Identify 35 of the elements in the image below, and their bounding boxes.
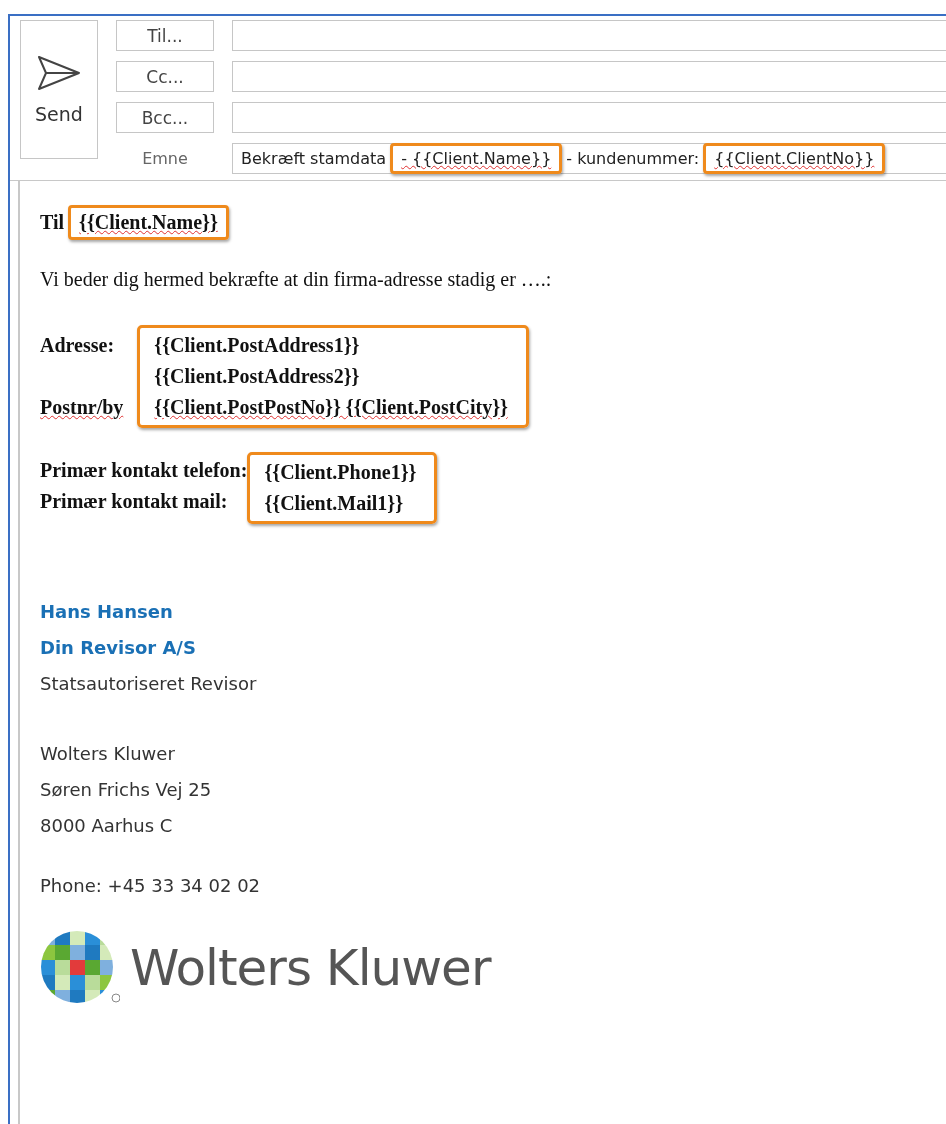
field-label: Primær kontakt mail: <box>40 489 229 514</box>
signature-company: Din Revisor A/S <box>40 636 197 660</box>
recipient-field[interactable] <box>232 61 946 92</box>
phone-text: Phone: +45 33 34 02 02 <box>40 874 262 898</box>
greeting-text: Til <box>40 211 65 234</box>
signature-title: Statsautoriseret Revisor <box>40 672 258 696</box>
placeholder-text: {{Client.Phone1}} <box>264 460 417 485</box>
recipient-button[interactable]: Bcc... <box>116 102 214 133</box>
logo-mark-icon <box>40 930 120 1005</box>
recipient-field[interactable] <box>232 102 946 133</box>
address-line: Søren Frichs Vej 25 <box>40 778 213 802</box>
placeholder-text: {{Client.PostAddress2}} <box>154 364 361 389</box>
field-label: Postnr/by <box>40 395 124 421</box>
field-label: Primær kontakt telefon: <box>40 458 248 483</box>
placeholder-text: {{Client.PostPostNo}} {{Client.PostCity}} <box>154 395 508 421</box>
recipient-button[interactable]: Til... <box>116 20 214 51</box>
placeholder-text: {{Client.PostAddress1}} <box>154 333 361 358</box>
subject-text: Bekræft stamdata <box>241 149 387 168</box>
send-button[interactable]: Send <box>20 20 98 159</box>
recipient-button[interactable]: Cc... <box>116 61 214 92</box>
address-line: 8000 Aarhus C <box>40 814 174 838</box>
subject-label: Emne <box>141 149 189 168</box>
logo-text: Wolters Kluwer <box>130 938 491 997</box>
highlight-box: {{Client.Name}} <box>68 205 229 240</box>
field-label: Adresse: <box>40 333 116 358</box>
signature-name: Hans Hansen <box>40 600 174 624</box>
placeholder-text: {{Client.Mail1}} <box>264 491 405 516</box>
subject-text: - kundenummer: <box>566 149 700 168</box>
highlight-box: - {{Client.Name}} <box>390 143 563 174</box>
address-line: Wolters Kluwer <box>40 742 176 766</box>
recipient-field[interactable] <box>232 20 946 51</box>
subject-field[interactable]: Bekræft stamdata - {{Client.Name}} - kundenummer: {{Client.ClientNo}} <box>232 143 946 174</box>
intro-text: Vi beder dig hermed bekræfte at din firma-adresse stadig er ….: <box>40 268 553 291</box>
send-icon <box>37 54 81 91</box>
highlight-box: {{Client.ClientNo}} <box>703 143 886 174</box>
